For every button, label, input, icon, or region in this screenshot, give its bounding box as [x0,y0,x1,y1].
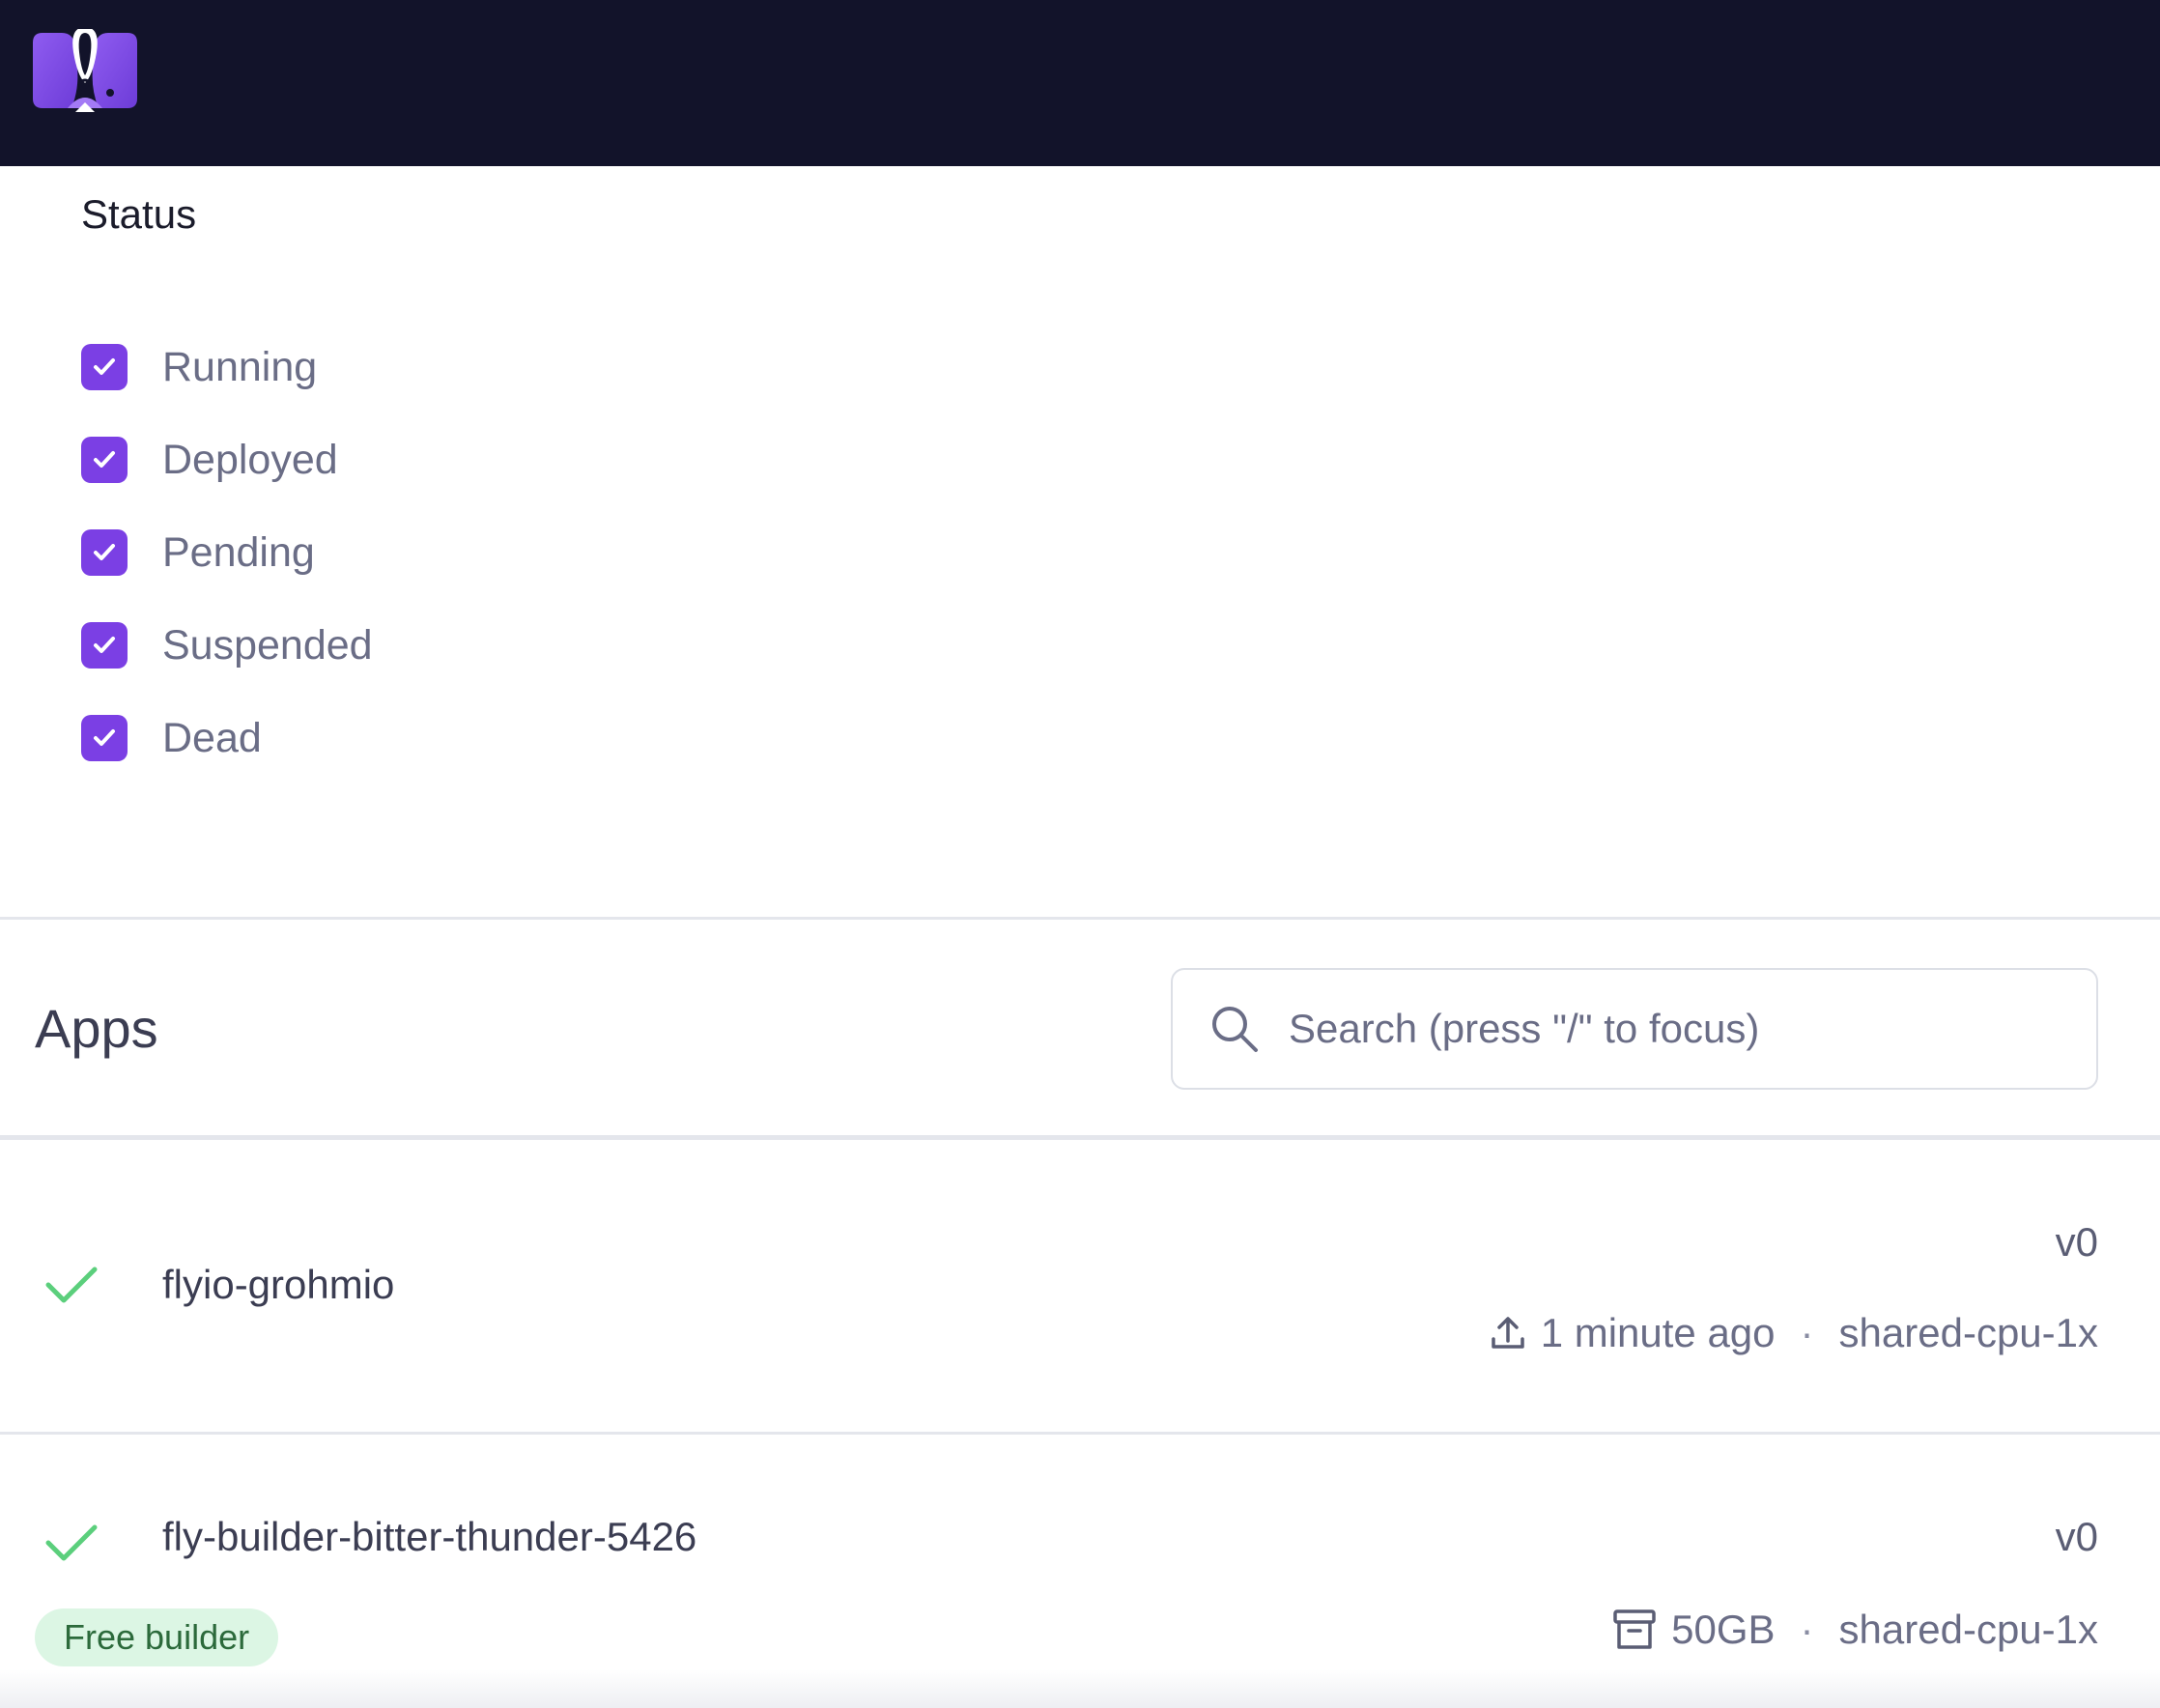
status-filter-dead[interactable]: Dead [81,692,373,784]
app-name-link[interactable]: flyio-grohmio [162,1262,394,1308]
free-builder-badge: Free builder [35,1608,279,1666]
status-filter-deployed[interactable]: Deployed [81,413,373,506]
top-nav-bar [0,0,2160,166]
status-filter-title: Status [81,191,197,237]
check-icon [45,1267,98,1303]
archive-icon [1613,1609,1656,1649]
search-icon [1212,1007,1258,1052]
status-filter-pending[interactable]: Pending [81,506,373,599]
check-icon [45,1524,98,1561]
app-deployed-time: 1 minute ago [1540,1310,1776,1355]
filter-label: Deployed [162,436,338,483]
app-meta: 1 minute ago · shared-cpu-1x [1489,1310,2098,1356]
app-machine-size: shared-cpu-1x [1838,1607,2098,1652]
search-input[interactable] [1287,1005,2060,1053]
status-filter-list: Running Deployed Pending Suspended Dead [81,321,373,784]
meta-separator: · [1800,1607,1814,1652]
filter-label: Running [162,343,318,390]
app-version: v0 [2055,1514,2098,1559]
filter-label: Suspended [162,621,373,669]
app-name-link[interactable]: fly-builder-bitter-thunder-5426 [162,1514,696,1560]
status-filter-suspended[interactable]: Suspended [81,599,373,692]
checkbox-checked-icon[interactable] [81,437,128,483]
app-version: v0 [2055,1219,2098,1265]
checkbox-checked-icon[interactable] [81,715,128,761]
filter-label: Dead [162,714,262,761]
apps-title: Apps [35,998,158,1059]
checkbox-checked-icon[interactable] [81,529,128,576]
app-machine-size: shared-cpu-1x [1838,1310,2098,1355]
status-filter-panel: Status Running Deployed Pending Suspende… [0,166,2160,920]
app-meta: 50GB · shared-cpu-1x [1611,1607,2098,1653]
app-list-item[interactable]: fly-builder-bitter-thunder-5426 v0 Free … [0,1435,2160,1708]
fly-balloon-logo-icon[interactable] [33,29,137,116]
apps-header: Apps [0,920,2160,1140]
upload-icon [1491,1317,1524,1349]
app-volume-size: 50GB [1671,1607,1776,1652]
meta-separator: · [1800,1310,1814,1355]
checkbox-checked-icon[interactable] [81,344,128,390]
app-list-item[interactable]: flyio-grohmio v0 1 minute ago · shared-c… [0,1140,2160,1435]
status-filter-running[interactable]: Running [81,321,373,413]
filter-label: Pending [162,528,315,576]
checkbox-checked-icon[interactable] [81,622,128,669]
app-search-box[interactable] [1171,968,2098,1090]
